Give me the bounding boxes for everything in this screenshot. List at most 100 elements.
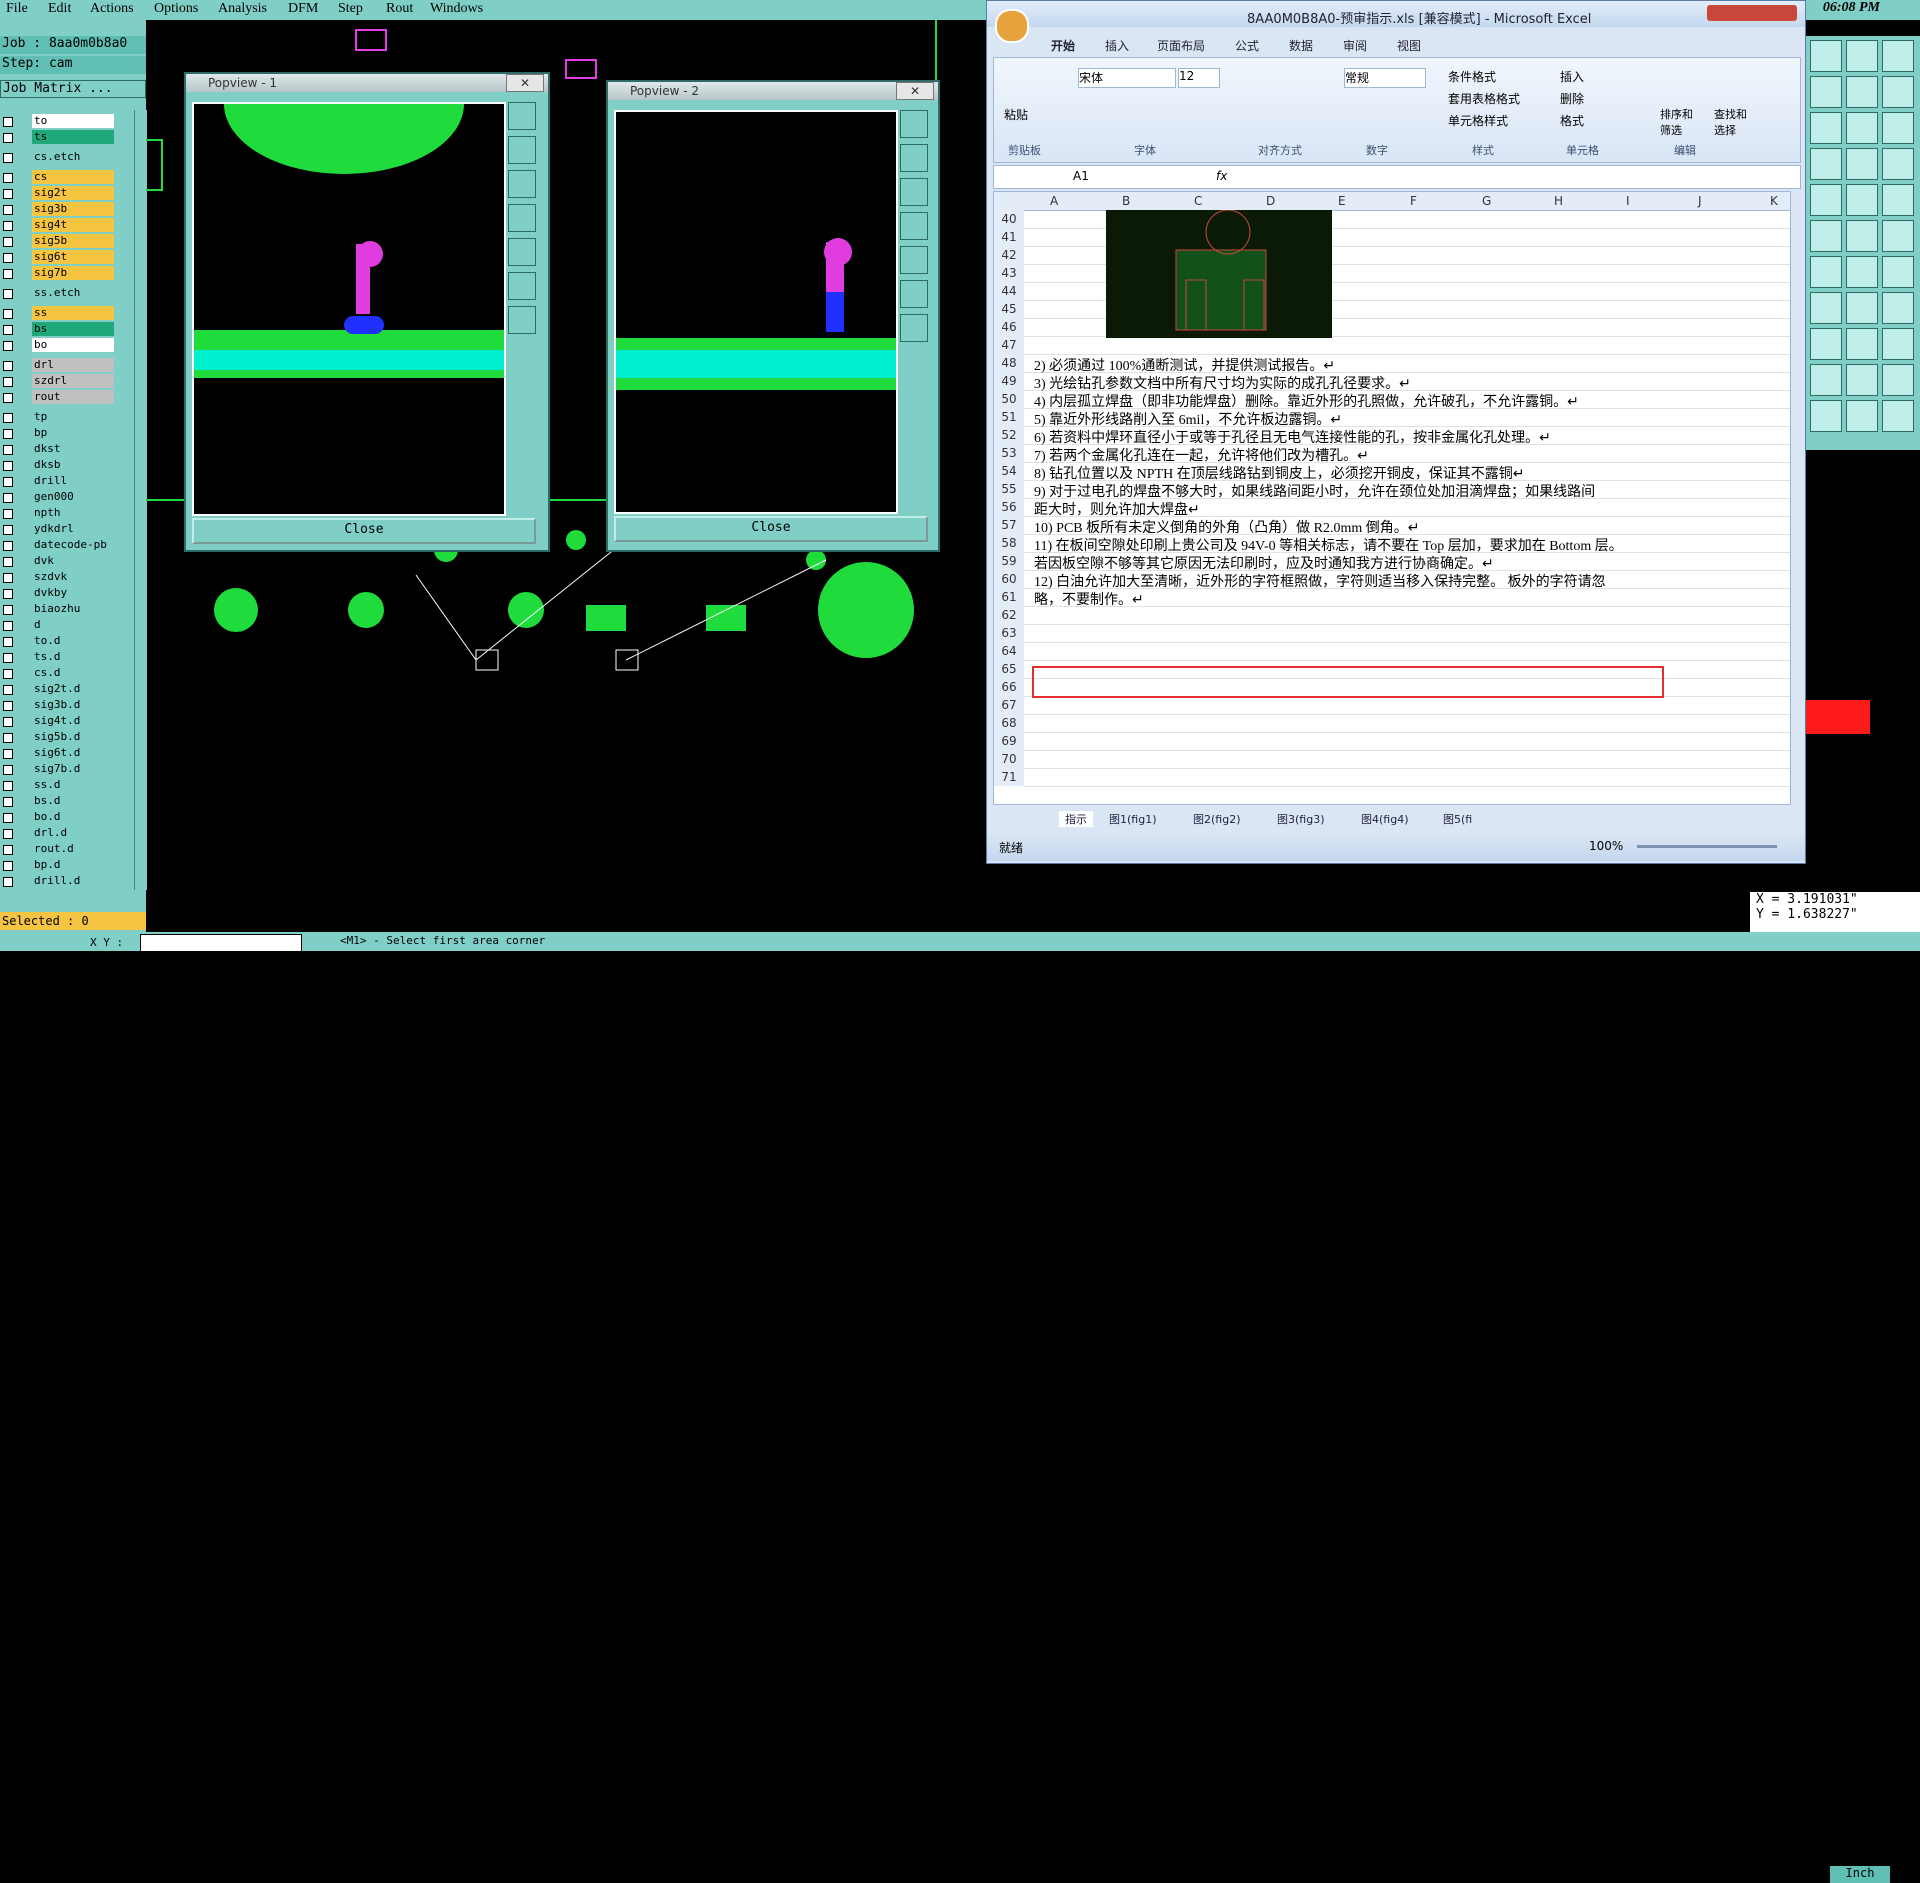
- tool-button-icon[interactable]: [1846, 400, 1878, 432]
- layer-row[interactable]: sig6t: [0, 250, 118, 264]
- name-box[interactable]: A1: [993, 165, 1143, 187]
- tool-button-icon[interactable]: [1846, 328, 1878, 360]
- tab-data[interactable]: 数据: [1289, 37, 1313, 54]
- layer-checkbox[interactable]: [3, 393, 13, 403]
- layer-row[interactable]: drill: [0, 474, 118, 488]
- layer-row[interactable]: ss.d: [0, 778, 118, 792]
- tool-button-icon[interactable]: [1810, 148, 1842, 180]
- layer-row[interactable]: bp.d: [0, 858, 118, 872]
- layer-row[interactable]: cs.etch: [0, 150, 118, 164]
- layer-name[interactable]: szdvk: [32, 570, 114, 584]
- layer-checkbox[interactable]: [3, 845, 13, 855]
- layer-name[interactable]: cs.d: [32, 666, 114, 680]
- pan-left-icon[interactable]: [900, 212, 928, 240]
- layer-name[interactable]: bs.d: [32, 794, 114, 808]
- layer-checkbox[interactable]: [3, 653, 13, 663]
- layer-checkbox[interactable]: [3, 189, 13, 199]
- tool-button-icon[interactable]: [1882, 184, 1914, 216]
- layer-name[interactable]: drl: [32, 358, 114, 372]
- layer-row[interactable]: rout: [0, 390, 118, 404]
- layer-name[interactable]: sig3b: [32, 202, 114, 216]
- close-icon[interactable]: ✕: [896, 82, 934, 100]
- column-header[interactable]: K: [1770, 194, 1778, 208]
- row-header[interactable]: 65: [994, 660, 1024, 678]
- tool-button-icon[interactable]: [1882, 292, 1914, 324]
- tool-button-icon[interactable]: [1882, 256, 1914, 288]
- layer-row[interactable]: sig6t.d: [0, 746, 118, 760]
- menu-analysis[interactable]: Analysis: [218, 1, 267, 17]
- layer-checkbox[interactable]: [3, 733, 13, 743]
- layer-row[interactable]: bp: [0, 426, 118, 440]
- layer-checkbox[interactable]: [3, 621, 13, 631]
- layer-checkbox[interactable]: [3, 573, 13, 583]
- layer-name[interactable]: dvk: [32, 554, 114, 568]
- layer-name[interactable]: datecode-pb: [32, 538, 114, 552]
- move-icon[interactable]: [508, 306, 536, 334]
- zoom-out-icon[interactable]: [508, 170, 536, 198]
- popview-1-canvas[interactable]: [192, 102, 506, 516]
- layer-checkbox[interactable]: [3, 637, 13, 647]
- layer-checkbox[interactable]: [3, 153, 13, 163]
- layer-name[interactable]: bp: [32, 426, 114, 440]
- layer-row[interactable]: drill.d: [0, 874, 118, 888]
- layer-name[interactable]: cs: [32, 170, 114, 184]
- window-controls-icon[interactable]: [1707, 5, 1797, 21]
- sheet-tab-5[interactable]: 图4(fig4): [1361, 811, 1409, 827]
- layer-checkbox[interactable]: [3, 377, 13, 387]
- layer-name[interactable]: ss.d: [32, 778, 114, 792]
- tool-button-icon[interactable]: [1810, 112, 1842, 144]
- delete-cells-button[interactable]: 删除: [1560, 90, 1584, 107]
- column-header[interactable]: H: [1554, 194, 1563, 208]
- layer-name[interactable]: drl.d: [32, 826, 114, 840]
- row-header[interactable]: 58: [994, 534, 1024, 552]
- layer-row[interactable]: dksb: [0, 458, 118, 472]
- layer-name[interactable]: ydkdrl: [32, 522, 114, 536]
- row-header[interactable]: 68: [994, 714, 1024, 732]
- popview-1-titlebar[interactable]: Popview - 1 ✕: [186, 74, 548, 92]
- column-header[interactable]: C: [1194, 194, 1202, 208]
- zoom-home-icon[interactable]: [900, 110, 928, 138]
- menu-rout[interactable]: Rout: [386, 1, 413, 17]
- popview-2-canvas[interactable]: [614, 110, 898, 514]
- fit-icon[interactable]: [900, 280, 928, 308]
- layer-row[interactable]: drl: [0, 358, 118, 372]
- layer-row[interactable]: datecode-pb: [0, 538, 118, 552]
- layer-name[interactable]: rout: [32, 390, 114, 404]
- layer-name[interactable]: sig6t: [32, 250, 114, 264]
- tool-button-icon[interactable]: [1846, 292, 1878, 324]
- tool-button-icon[interactable]: [1810, 220, 1842, 252]
- row-header[interactable]: 50: [994, 390, 1024, 408]
- layer-name[interactable]: rout.d: [32, 842, 114, 856]
- layer-name[interactable]: to: [32, 114, 114, 128]
- layer-row[interactable]: dkst: [0, 442, 118, 456]
- tool-button-icon[interactable]: [1846, 184, 1878, 216]
- layer-checkbox[interactable]: [3, 877, 13, 887]
- sort-filter-button[interactable]: 排序和 筛选: [1660, 106, 1693, 138]
- tool-button-icon[interactable]: [1882, 148, 1914, 180]
- row-header[interactable]: 69: [994, 732, 1024, 750]
- layer-name[interactable]: d: [32, 618, 114, 632]
- menu-step[interactable]: Step: [338, 1, 363, 17]
- layer-checkbox[interactable]: [3, 813, 13, 823]
- menu-edit[interactable]: Edit: [48, 1, 71, 17]
- row-header[interactable]: 53: [994, 444, 1024, 462]
- layer-row[interactable]: sig2t: [0, 186, 118, 200]
- table-format-button[interactable]: 套用表格格式: [1448, 90, 1520, 107]
- tab-formulas[interactable]: 公式: [1235, 37, 1259, 54]
- layer-row[interactable]: dvkby: [0, 586, 118, 600]
- layer-checkbox[interactable]: [3, 829, 13, 839]
- tool-button-icon[interactable]: [1846, 112, 1878, 144]
- tool-button-icon[interactable]: [1810, 364, 1842, 396]
- layer-row[interactable]: bo: [0, 338, 118, 352]
- row-header[interactable]: 40: [994, 210, 1024, 228]
- tab-page-layout[interactable]: 页面布局: [1157, 37, 1205, 54]
- popview-1-close-button[interactable]: Close: [192, 518, 536, 544]
- layer-row[interactable]: dvk: [0, 554, 118, 568]
- sheet-tab-6[interactable]: 图5(fi: [1443, 811, 1472, 827]
- layer-row[interactable]: bs.d: [0, 794, 118, 808]
- row-header[interactable]: 42: [994, 246, 1024, 264]
- tool-button-icon[interactable]: [1846, 40, 1878, 72]
- embedded-pcb-image[interactable]: [1106, 209, 1332, 338]
- layer-name[interactable]: dvkby: [32, 586, 114, 600]
- layer-row[interactable]: bs: [0, 322, 118, 336]
